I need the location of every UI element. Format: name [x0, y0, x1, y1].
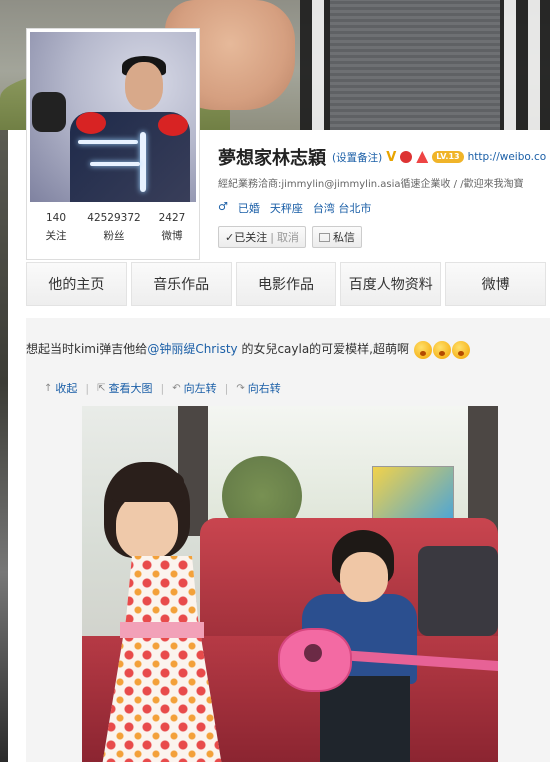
message-label: 私信 — [332, 231, 355, 244]
stat-posts[interactable]: 2427 微博 — [143, 209, 201, 245]
follow-button[interactable]: ✓已关注 | 取消 — [218, 226, 306, 248]
message-button[interactable]: 私信 — [311, 226, 362, 248]
collapse-link[interactable]: 收起 — [55, 380, 77, 396]
stat-value: 2427 — [158, 212, 186, 224]
cover-knit-vest — [330, 0, 500, 130]
profile-nav-tabs: 他的主页 音乐作品 电影作品 百度人物资料 微博 — [26, 262, 550, 308]
photo-girl-bangs — [112, 468, 184, 502]
avatar-fist — [32, 92, 66, 132]
photo-guitar-hole — [304, 644, 322, 662]
up-arrow-icon: ↑ — [44, 382, 53, 394]
location-link[interactable]: 台湾 台北市 — [313, 200, 372, 216]
shocked-emoji-icon — [451, 340, 470, 359]
flag-icon[interactable] — [416, 151, 429, 163]
photo-boy-face — [340, 552, 388, 602]
post-text: 想起当时kimi弹吉他给@钟丽缇Christy 的女兒cayla的可爱模样,超萌… — [26, 340, 550, 359]
verified-badge[interactable]: V — [386, 150, 396, 165]
profile-description: 經紀業務洽商:jimmylin@jimmylin.asia循速企業收 / /歡迎… — [218, 179, 524, 190]
background-strip — [0, 130, 8, 762]
stat-following[interactable]: 140 关注 — [27, 209, 85, 245]
photo-girl-face — [116, 494, 178, 560]
shocked-emoji-icon — [413, 340, 432, 359]
marital-status-link[interactable]: 已婚 — [238, 200, 260, 216]
avatar-led-strip — [140, 132, 146, 192]
photo-girl-sash — [120, 622, 204, 638]
rotate-left-icon: ↶ — [172, 382, 181, 394]
avatar-head — [125, 62, 163, 110]
rotate-left-link[interactable]: 向左转 — [184, 380, 217, 396]
set-remark-link[interactable]: (设置备注) — [332, 150, 382, 165]
stat-followers[interactable]: 42529372 粉丝 — [85, 209, 143, 245]
photo-cushion — [418, 546, 498, 636]
photo-toy-box — [372, 466, 454, 523]
profile-stats: 140 关注 42529372 粉丝 2427 微博 — [27, 209, 201, 245]
stat-label: 关注 — [45, 230, 67, 242]
rotate-right-link[interactable]: 向右转 — [248, 380, 281, 396]
stat-value: 140 — [45, 212, 67, 224]
rotate-right-icon: ↷ — [236, 382, 245, 394]
post-card: 想起当时kimi弹吉他给@钟丽缇Christy 的女兒cayla的可爱模样,超萌… — [26, 318, 550, 762]
avatar-shoulder-right — [158, 114, 188, 136]
tab-weibo[interactable]: 微博 — [445, 262, 546, 306]
avatar-shoulder-left — [76, 112, 106, 134]
follow-label: ✓已关注 — [225, 231, 268, 244]
mention-link[interactable]: @钟丽缇Christy — [147, 342, 237, 356]
avatar-card: 140 关注 42529372 粉丝 2427 微博 — [26, 28, 200, 260]
level-badge[interactable]: LV.13 — [432, 151, 464, 163]
profile-info-row: ♂ 已婚 天秤座 台湾 台北市 — [218, 200, 371, 216]
avatar-led-strip — [78, 140, 138, 144]
stat-value: 42529372 — [87, 212, 141, 224]
profile-url-link[interactable]: http://weibo.co — [468, 151, 547, 163]
unfollow-link[interactable]: 取消 — [277, 229, 299, 245]
tab-music[interactable]: 音乐作品 — [130, 262, 232, 306]
avatar-led-strip — [90, 162, 140, 166]
message-icon — [318, 232, 330, 242]
zodiac-link[interactable]: 天秤座 — [270, 200, 303, 216]
stat-label: 粉丝 — [103, 230, 125, 242]
tab-baidu-profile[interactable]: 百度人物资料 — [340, 262, 442, 306]
external-link-icon: ⇱ — [97, 382, 106, 394]
medal-icon[interactable] — [400, 151, 413, 163]
profile-name: 夢想家林志穎 — [218, 148, 326, 169]
avatar[interactable] — [30, 32, 196, 202]
gender-icon: ♂ — [218, 200, 228, 213]
tab-home[interactable]: 他的主页 — [26, 262, 127, 306]
profile-actions: ✓已关注 | 取消 私信 — [218, 226, 362, 248]
tab-movies[interactable]: 电影作品 — [235, 262, 337, 306]
post-text-start: 想起当时kimi弹吉他给 — [26, 342, 148, 356]
image-toolbar: ↑ 收起 | ⇱ 查看大图 | ↶ 向左转 | ↷ 向右转 — [44, 380, 281, 396]
stat-label: 微博 — [161, 230, 183, 242]
view-large-link[interactable]: 查看大图 — [109, 380, 153, 396]
shocked-emoji-icon — [432, 340, 451, 359]
post-photo[interactable] — [82, 406, 498, 762]
photo-window-frame — [468, 406, 498, 536]
post-text-end: 的女兒cayla的可爱模样,超萌啊 — [237, 342, 409, 356]
profile-header: 夢想家林志穎 (设置备注) V LV.13 http://weibo.co — [218, 144, 546, 170]
